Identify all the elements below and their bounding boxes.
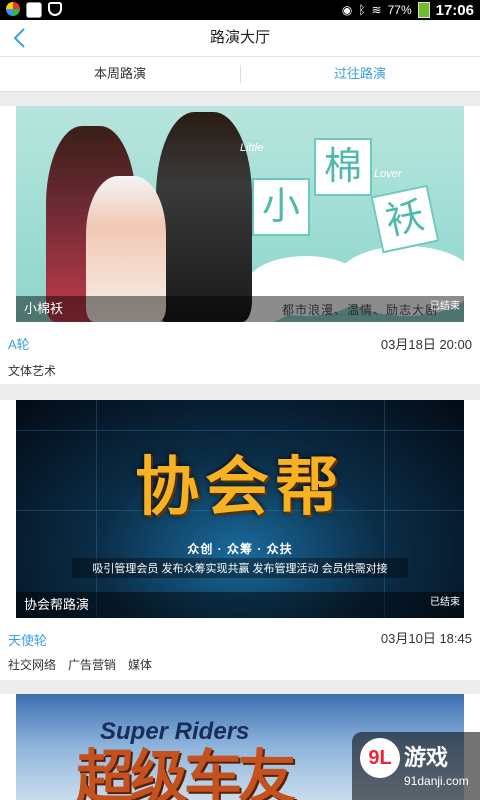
- banner-char: 棉: [314, 138, 372, 196]
- actor-figure: [156, 112, 252, 322]
- app-header: 路演大厅: [0, 20, 480, 56]
- roadshow-title: 小棉袄: [24, 301, 64, 316]
- back-button[interactable]: [8, 24, 30, 52]
- tag: 文体艺术: [8, 364, 57, 378]
- tag-list: 社交网络 广告营销 媒体: [8, 656, 152, 673]
- bluetooth-icon: ᛒ: [358, 3, 366, 17]
- page-title: 路演大厅: [209, 29, 270, 46]
- clock: 17:06: [435, 1, 474, 19]
- tab-bar: 本周路演 过往路演: [0, 56, 480, 92]
- status-bar: ◉ ᛒ ≋ 77% 17:06: [0, 0, 480, 20]
- banner-subline: 众创 · 众筹 · 众扶: [187, 542, 293, 556]
- roadshow-date: 03月10日 18:45: [380, 631, 472, 646]
- funding-round: A轮: [8, 337, 30, 352]
- watermark-logo: 9L: [360, 738, 400, 778]
- image-notification-icon: [26, 2, 42, 18]
- banner-en-word: Lover: [374, 168, 402, 180]
- status-badge: 已结束: [430, 301, 460, 312]
- funding-round: 天使轮: [8, 633, 48, 648]
- tag: 社交网络: [8, 658, 57, 672]
- status-badge: 已结束: [430, 597, 460, 608]
- banner-char: 袄: [370, 184, 440, 254]
- banner-en-title: Super Riders: [100, 718, 250, 745]
- roadshow-date: 03月18日 20:00: [380, 337, 472, 352]
- tag-list: 文体艺术: [8, 362, 56, 379]
- banner-caption-bar: 协会帮路演 已结束: [16, 592, 464, 618]
- battery-icon: [417, 2, 430, 18]
- site-watermark: 9L 游戏 91danji.com: [352, 732, 480, 800]
- banner-en-word: Little: [240, 142, 264, 154]
- tab-divider: [240, 65, 241, 83]
- tab-this-week[interactable]: 本周路演: [0, 57, 240, 91]
- tag: 媒体: [128, 658, 153, 672]
- chevron-left-icon: [13, 28, 25, 48]
- banner-headline: 协会帮: [135, 451, 345, 523]
- app-notification-icon: [6, 2, 20, 16]
- shield-icon: [48, 2, 62, 16]
- watermark-name: 游戏: [404, 745, 449, 770]
- banner-features: 吸引管理会员 发布众筹实现共赢 发布管理活动 会员供需对接: [72, 558, 408, 578]
- card-banner[interactable]: 协会帮 众创 · 众筹 · 众扶 吸引管理会员 发布众筹实现共赢 发布管理活动 …: [16, 400, 464, 618]
- battery-percent: 77%: [387, 3, 412, 17]
- grid-line: [16, 430, 464, 431]
- roadshow-title: 协会帮路演: [24, 597, 90, 612]
- tab-past[interactable]: 过往路演: [240, 57, 480, 91]
- roadshow-card[interactable]: Little Lover 小 棉 袄 都市浪漫、温情、励志大剧 小棉袄 已结束 …: [0, 106, 480, 384]
- wifi-icon: ≋: [371, 3, 382, 17]
- eye-icon: ◉: [341, 3, 353, 17]
- watermark-url: 91danji.com: [404, 774, 469, 788]
- roadshow-card[interactable]: 协会帮 众创 · 众筹 · 众扶 吸引管理会员 发布众筹实现共赢 发布管理活动 …: [0, 400, 480, 680]
- card-banner[interactable]: Little Lover 小 棉 袄 都市浪漫、温情、励志大剧 小棉袄 已结束: [16, 106, 464, 322]
- tag: 广告营销: [68, 658, 117, 672]
- banner-char: 小: [252, 178, 310, 236]
- banner-caption-bar: 小棉袄 已结束: [16, 296, 464, 322]
